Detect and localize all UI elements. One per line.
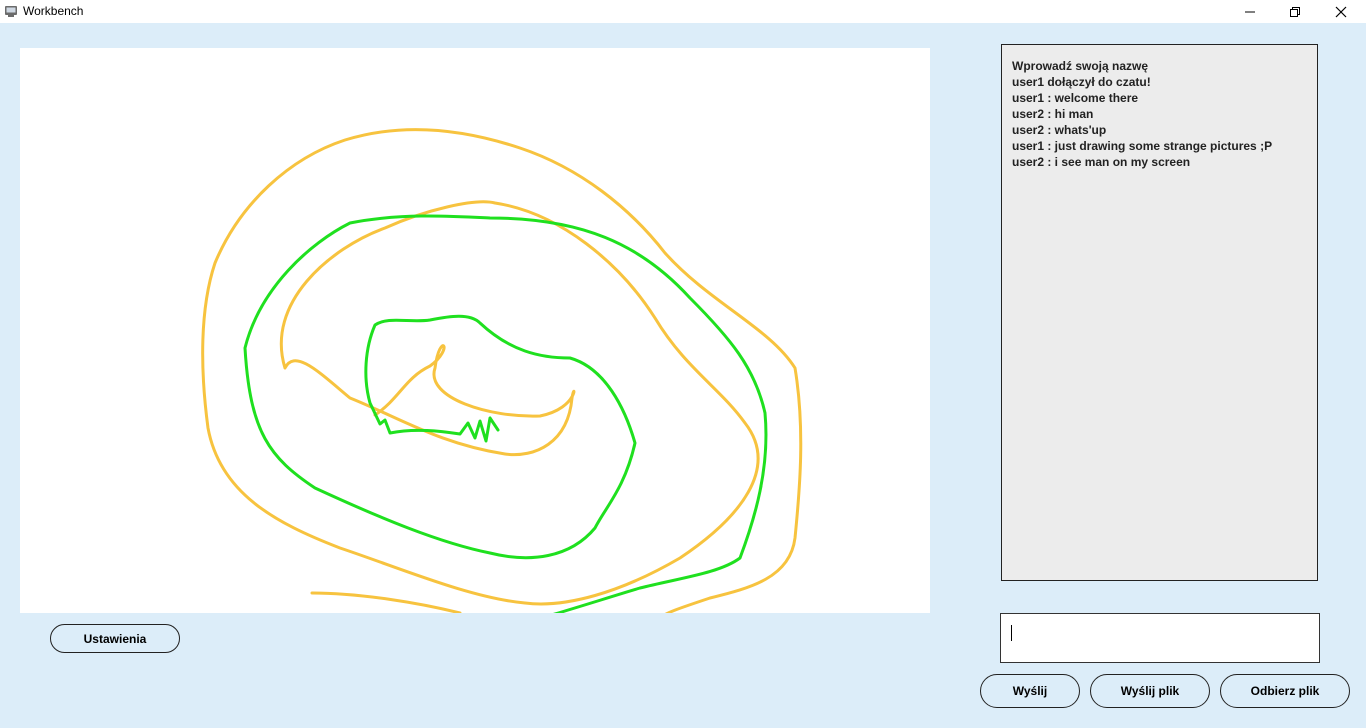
app-window-icon (5, 6, 17, 17)
chat-message: user2 : hi man (1012, 107, 1094, 121)
message-input[interactable] (1000, 613, 1320, 663)
send-button[interactable]: Wyślij (980, 674, 1080, 708)
chat-message: user2 : whats'up (1012, 123, 1107, 137)
receive-file-button[interactable]: Odbierz plik (1220, 674, 1350, 708)
drawing-canvas[interactable] (20, 48, 930, 613)
yellow-tail-stroke (310, 591, 462, 613)
minimize-icon (1245, 11, 1255, 12)
chat-message: user2 : i see man on my screen (1012, 155, 1191, 169)
title-bar: Workbench (0, 0, 1366, 23)
text-caret (1011, 625, 1012, 641)
close-icon (1335, 6, 1347, 17)
window-title: Workbench (23, 4, 84, 18)
chat-message: user1 : welcome there (1012, 91, 1139, 105)
chat-message: user1 dołączył do czatu! (1012, 75, 1151, 89)
send-file-button[interactable]: Wyślij plik (1090, 674, 1210, 708)
settings-button[interactable]: Ustawienia (50, 624, 180, 653)
chat-message: user1 : just drawing some strange pictur… (1012, 139, 1273, 153)
restore-icon (1290, 6, 1300, 17)
yellow-spiral-stroke (201, 128, 803, 613)
minimize-button[interactable] (1227, 0, 1273, 23)
restore-button[interactable] (1272, 0, 1318, 23)
chat-message: Wprowadź swoją nazwę (1012, 59, 1149, 73)
main-window-area: Wprowadź swoją nazwę user1 dołączył do c… (0, 23, 1366, 728)
chat-history[interactable]: Wprowadź swoją nazwę user1 dołączył do c… (1001, 44, 1318, 581)
close-button[interactable] (1318, 0, 1364, 23)
